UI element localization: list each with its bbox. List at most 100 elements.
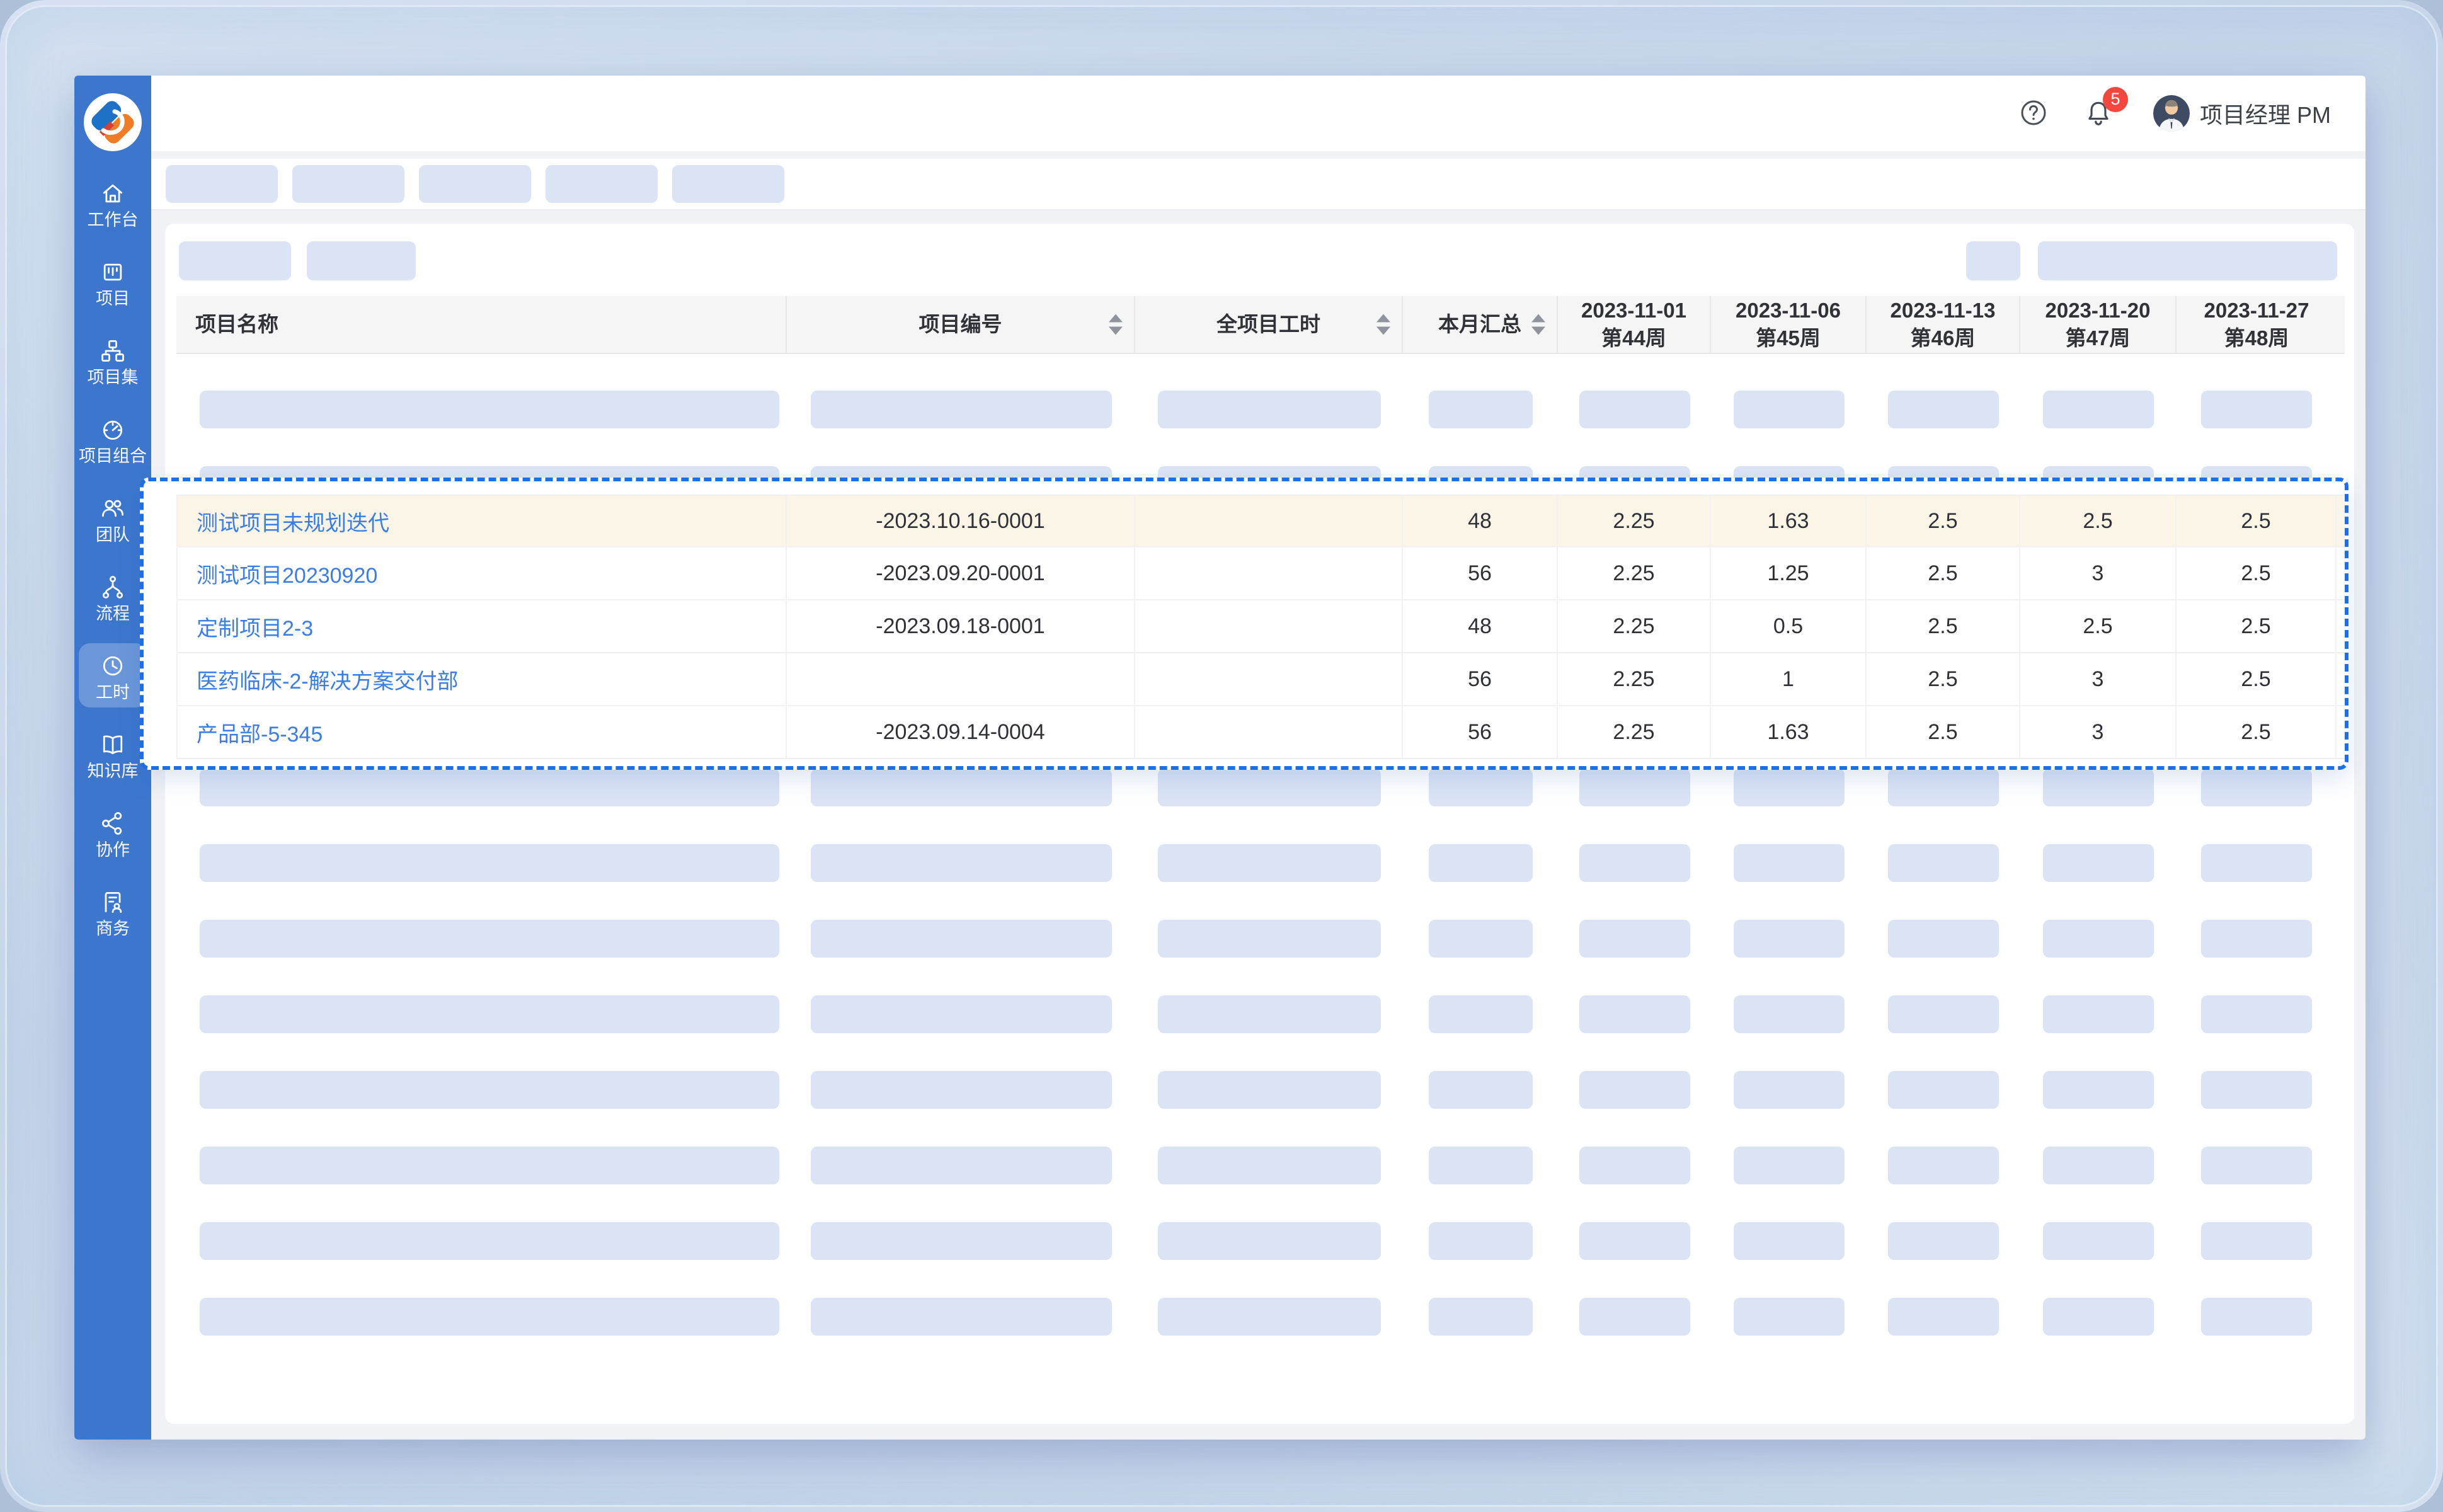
sort-caret[interactable] [1531,314,1545,335]
home-icon [99,180,127,207]
notification-badge: 5 [2103,87,2128,112]
filter-placeholder[interactable] [307,241,416,280]
project-link[interactable]: 测试项目20230920 [197,558,377,589]
help-button[interactable] [2020,99,2047,129]
column-header-month-total[interactable]: 本月汇总 [1403,296,1558,353]
skeleton-cell [1734,769,1845,806]
cell-total-hours [1135,547,1403,599]
project-link[interactable]: 测试项目未规划迭代 [197,506,389,537]
skeleton-cell [1158,995,1381,1033]
skeleton-cell [2043,1298,2154,1336]
sidebar-item-project-set[interactable]: 项目集 [79,328,147,392]
column-header-week-48: 2023-11-27第48周 [2177,296,2337,353]
skeleton-cell [200,844,779,882]
sidebar-item-team[interactable]: 团队 [79,486,147,550]
filter-placeholder[interactable] [2038,241,2337,280]
cell-week-48: 2.5 [2177,600,2337,652]
sidebar-item-project[interactable]: 项目 [79,249,147,314]
skeleton-cell [1429,1071,1533,1109]
content-card: 项目名称项目编号全项目工时本月汇总2023-11-01第44周2023-11-0… [165,224,2354,1424]
cell-name: 产品部-5-345 [176,706,787,758]
skeleton-cell [1579,769,1690,806]
sidebar-item-business[interactable]: 商务 [79,879,147,944]
tab-placeholder[interactable] [292,165,404,203]
filter-placeholder[interactable] [179,241,291,280]
column-header-week-46: 2023-11-13第46周 [1867,296,2020,353]
cell-name: 医药临床-2-解决方案交付部 [176,653,787,705]
tab-placeholder[interactable] [166,165,278,203]
tab-bar [151,159,2366,210]
column-header-total-hours[interactable]: 全项目工时 [1135,296,1403,353]
cell-total-hours [1135,600,1403,652]
sidebar-item-hours[interactable]: 工时 [79,643,147,707]
skeleton-cell [1734,1071,1845,1109]
cell-week-47: 2.5 [2020,496,2177,546]
cell-week-46: 2.5 [1867,547,2020,599]
question-circle-icon [2020,99,2047,129]
sidebar-item-collaboration[interactable]: 协作 [79,801,147,865]
skeleton-cell [1579,844,1690,882]
sort-caret[interactable] [1109,314,1123,335]
table-row: 测试项目未规划迭代-2023.10.16-0001482.251.632.52.… [176,495,2345,547]
skeleton-cell [1158,1071,1381,1109]
skeleton-cell [1579,1071,1690,1109]
column-sublabel: 第44周 [1601,324,1666,352]
column-label: 2023-11-13 [1891,297,1996,324]
project-link[interactable]: 产品部-5-345 [197,717,323,748]
sidebar-item-knowledge[interactable]: 知识库 [79,722,147,786]
column-header-name: 项目名称 [176,296,787,353]
skeleton-cell [1734,920,1845,958]
caret-down-icon [1531,327,1545,335]
sidebar-item-workbench[interactable]: 工作台 [79,171,147,235]
skeleton-cell [811,844,1112,882]
skeleton-cell [1158,391,1381,428]
sort-caret[interactable] [1376,314,1390,335]
cell-month-total: 48 [1403,496,1558,546]
project-set-icon [99,337,127,365]
sidebar-item-portfolio[interactable]: 项目组合 [79,407,147,471]
cell-name: 测试项目20230920 [176,547,787,599]
skeleton-cell [2043,995,2154,1033]
skeleton-cell [1429,995,1533,1033]
sidebar-item-label: 流程 [96,605,130,622]
skeleton-cell [200,1147,779,1184]
sidebar-item-flow[interactable]: 流程 [79,564,147,629]
skeleton-cell [200,920,779,958]
skeleton-cell [2043,920,2154,958]
column-label: 2023-11-27 [2204,297,2309,324]
column-sublabel: 第45周 [1756,324,1821,352]
tab-placeholder[interactable] [546,165,658,203]
skeleton-cell [1579,920,1690,958]
skeleton-cell [1888,995,1999,1033]
filter-placeholder[interactable] [1966,241,2020,280]
skeleton-cell [1734,391,1845,428]
column-sublabel: 第48周 [2224,324,2289,352]
caret-down-icon [1109,327,1123,335]
column-label: 全项目工时 [1216,311,1320,338]
app-window: 工作台项目项目集项目组合团队流程工时知识库协作商务 [74,76,2366,1440]
project-link[interactable]: 医药临床-2-解决方案交付部 [197,664,459,695]
cell-month-total: 56 [1403,653,1558,705]
portfolio-gauge-icon [99,416,127,444]
table-row: 定制项目2-3-2023.09.18-0001482.250.52.52.52.… [176,600,2345,653]
highlight-region: 测试项目未规划迭代-2023.10.16-0001482.251.632.52.… [140,478,2349,770]
skeleton-cell [1579,1222,1690,1260]
skeleton-cell [1888,1298,1999,1336]
skeleton-cell [811,1222,1112,1260]
cell-code: -2023.09.18-0001 [787,600,1135,652]
skeleton-cell [2201,1147,2312,1184]
cell-week-47: 2.5 [2020,600,2177,652]
cell-week-45: 1 [1711,653,1867,705]
skeleton-cell [1579,995,1690,1033]
project-link[interactable]: 定制项目2-3 [197,611,313,642]
tab-placeholder[interactable] [419,165,531,203]
tab-placeholder[interactable] [672,165,784,203]
skeleton-row [176,372,2345,447]
cell-week-44: 2.25 [1558,653,1711,705]
skeleton-cell [1158,1298,1381,1336]
sidebar-item-label: 协作 [96,842,130,859]
column-header-code[interactable]: 项目编号 [787,296,1135,353]
user-menu[interactable]: 项目经理 PM [2153,95,2331,132]
skeleton-cell [1888,769,1999,806]
filter-bar [165,224,2354,296]
